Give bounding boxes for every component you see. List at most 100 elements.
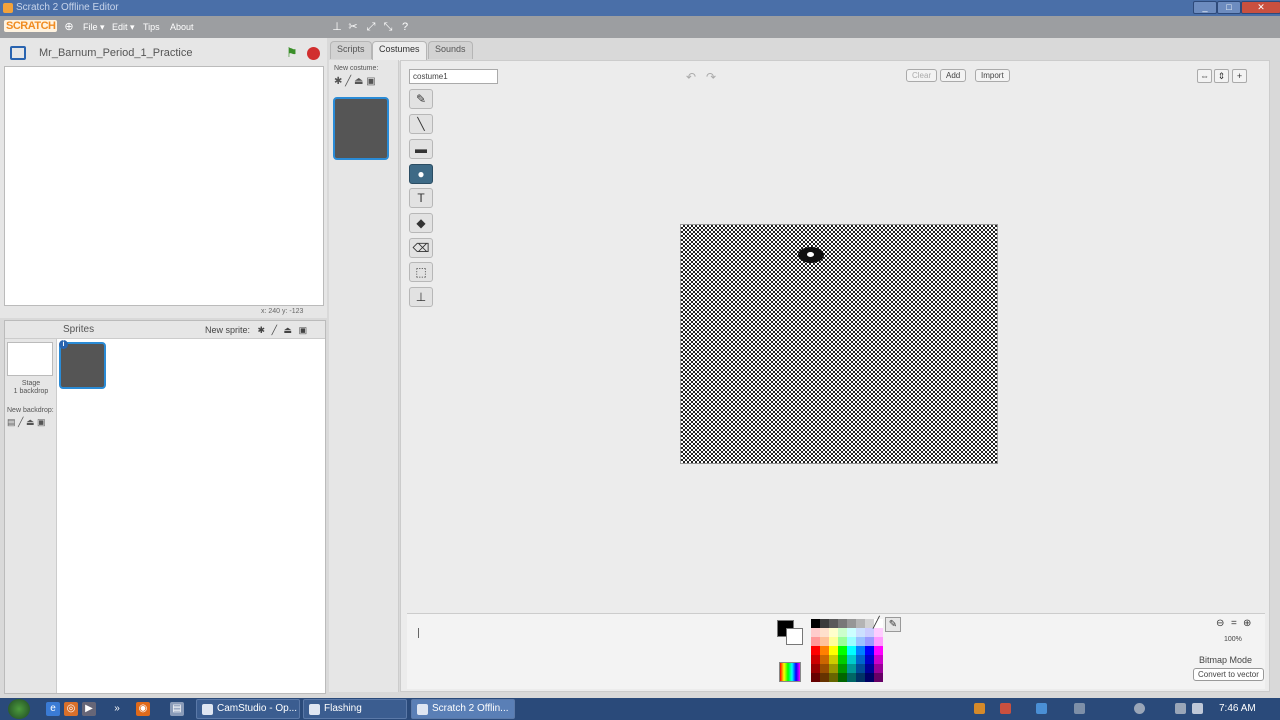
palette-swatch[interactable] <box>838 619 847 628</box>
palette-swatch[interactable] <box>847 655 856 664</box>
text-tool[interactable]: T <box>409 188 433 208</box>
palette-swatch[interactable] <box>865 673 874 682</box>
palette-swatch[interactable] <box>838 673 847 682</box>
maximize-button[interactable]: □ <box>1217 1 1241 14</box>
task-scratch[interactable]: Scratch 2 Offlin... <box>411 699 515 719</box>
palette-swatch[interactable] <box>874 664 883 673</box>
chrome-icon[interactable]: ◎ <box>64 702 78 716</box>
fullscreen-icon[interactable] <box>10 46 26 60</box>
palette-swatch[interactable] <box>820 637 829 646</box>
palette-swatch[interactable] <box>865 655 874 664</box>
palette-swatch[interactable] <box>856 628 865 637</box>
task-camstudio[interactable]: CamStudio - Op... <box>196 699 300 719</box>
tray-monitor-icon[interactable] <box>1074 703 1085 714</box>
palette-swatch[interactable] <box>811 646 820 655</box>
camera-backdrop-icon[interactable]: ▣ <box>37 417 46 427</box>
zoom-out-icon[interactable]: ⊖ <box>1216 618 1224 629</box>
tab-costumes[interactable]: Costumes <box>372 41 427 61</box>
palette-swatch[interactable] <box>820 628 829 637</box>
tab-scripts[interactable]: Scripts <box>330 41 372 59</box>
background-color-swatch[interactable] <box>786 628 803 645</box>
line-tool[interactable]: ╲ <box>409 114 433 134</box>
palette-swatch[interactable] <box>856 637 865 646</box>
green-flag-icon[interactable]: ⚑ <box>286 46 300 60</box>
paint-costume-icon[interactable]: ╱ <box>345 76 351 87</box>
palette-swatch[interactable] <box>829 655 838 664</box>
palette-swatch[interactable] <box>874 673 883 682</box>
palette-swatch[interactable] <box>865 637 874 646</box>
costume-thumbnail[interactable] <box>333 97 389 160</box>
palette-swatch[interactable] <box>847 619 856 628</box>
palette-swatch[interactable] <box>856 673 865 682</box>
edit-menu[interactable]: Edit ▾ <box>112 22 135 33</box>
redo-button[interactable]: ↷ <box>701 69 721 84</box>
firefox-icon[interactable]: ◉ <box>136 702 150 716</box>
eyedropper-icon[interactable]: ✎ <box>885 617 901 632</box>
palette-swatch[interactable] <box>829 619 838 628</box>
show-more-icon[interactable]: » <box>110 702 124 716</box>
add-button[interactable]: Add <box>940 69 967 82</box>
palette-swatch[interactable] <box>829 664 838 673</box>
media-icon[interactable]: ▶ <box>82 702 96 716</box>
zoom-in-icon[interactable]: ⊕ <box>1243 618 1251 629</box>
backdrop-library-icon[interactable]: ▤ <box>7 417 16 427</box>
palette-swatch[interactable] <box>847 628 856 637</box>
paint-backdrop-icon[interactable]: ╱ <box>18 417 23 427</box>
rectangle-tool[interactable]: ▬ <box>409 139 433 159</box>
palette-swatch[interactable] <box>829 637 838 646</box>
set-center-icon[interactable]: + <box>1232 69 1247 83</box>
globe-icon[interactable]: ⊕ <box>62 20 76 34</box>
cut-icon[interactable]: ✂ <box>346 20 360 34</box>
duplicate-icon[interactable]: ⊥ <box>330 20 344 34</box>
palette-swatch[interactable] <box>811 655 820 664</box>
explorer-icon[interactable]: ▤ <box>170 702 184 716</box>
ellipse-tool[interactable]: ● <box>409 164 433 184</box>
palette-swatch[interactable] <box>856 619 865 628</box>
tray-wifi-icon[interactable] <box>1175 703 1186 714</box>
palette-swatch[interactable] <box>838 646 847 655</box>
camera-costume-icon[interactable]: ▣ <box>366 76 375 87</box>
costume-library-icon[interactable]: ✱ <box>334 76 342 87</box>
paint-sprite-icon[interactable]: ╱ <box>272 325 277 335</box>
flip-horizontal-icon[interactable]: ⇔ <box>1197 69 1212 83</box>
palette-swatch[interactable] <box>874 655 883 664</box>
stage-thumbnail[interactable] <box>7 342 53 376</box>
tray-volume-icon[interactable] <box>1192 703 1203 714</box>
palette-swatch[interactable] <box>865 664 874 673</box>
palette-swatch[interactable] <box>820 655 829 664</box>
costume-name-input[interactable] <box>409 69 498 84</box>
stamp-tool[interactable]: ⊥ <box>409 287 433 307</box>
palette-swatch[interactable] <box>829 673 838 682</box>
about-menu[interactable]: About <box>170 22 194 32</box>
palette-swatch[interactable] <box>820 619 829 628</box>
upload-backdrop-icon[interactable]: ⏏ <box>26 417 35 427</box>
palette-swatch[interactable] <box>829 628 838 637</box>
tray-antivirus-icon[interactable] <box>1000 703 1011 714</box>
palette-swatch[interactable] <box>820 646 829 655</box>
zoom-reset-icon[interactable]: = <box>1231 618 1237 629</box>
tab-sounds[interactable]: Sounds <box>428 41 473 59</box>
help-icon[interactable]: ? <box>398 20 412 34</box>
eyedropper-line-icon[interactable]: ╱ <box>873 616 880 629</box>
convert-to-vector-button[interactable]: Convert to vector <box>1193 668 1264 681</box>
undo-button[interactable]: ↶ <box>681 69 701 84</box>
palette-swatch[interactable] <box>811 637 820 646</box>
palette-swatch[interactable] <box>847 637 856 646</box>
palette-swatch[interactable] <box>847 664 856 673</box>
clear-button[interactable]: Clear <box>906 69 938 82</box>
color-picker-icon[interactable] <box>779 662 801 682</box>
palette-swatch[interactable] <box>838 637 847 646</box>
file-menu[interactable]: File ▾ <box>83 22 105 33</box>
brush-tool[interactable]: ✎ <box>409 89 433 109</box>
sprite-library-icon[interactable]: ✱ <box>258 325 266 335</box>
palette-swatch[interactable] <box>838 655 847 664</box>
palette-swatch[interactable] <box>820 664 829 673</box>
start-button[interactable] <box>8 699 30 719</box>
palette-swatch[interactable] <box>874 628 883 637</box>
palette-swatch[interactable] <box>829 646 838 655</box>
palette-swatch[interactable] <box>874 646 883 655</box>
palette-swatch[interactable] <box>856 646 865 655</box>
palette-swatch[interactable] <box>865 628 874 637</box>
sprite-thumbnail[interactable] <box>59 342 106 389</box>
upload-sprite-icon[interactable]: ⏏ <box>284 325 293 335</box>
